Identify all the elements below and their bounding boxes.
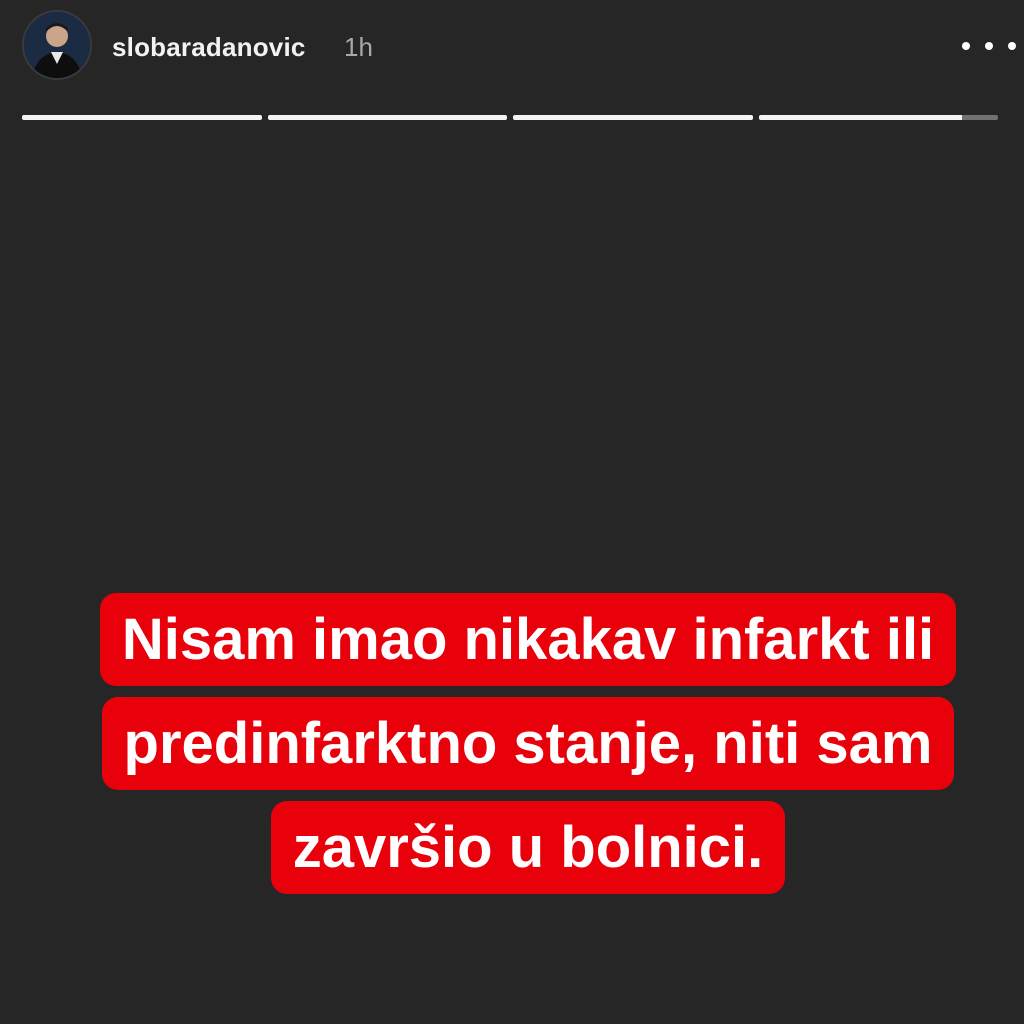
progress-fill bbox=[758, 115, 963, 120]
progress-fill bbox=[22, 115, 262, 120]
story-viewer[interactable]: slobaradanovic 1h Nisam imao nikakav inf… bbox=[0, 0, 1024, 1024]
story-header: slobaradanovic 1h bbox=[0, 0, 1024, 100]
username[interactable]: slobaradanovic bbox=[112, 30, 306, 64]
dot-icon bbox=[1008, 42, 1016, 50]
profile-avatar[interactable] bbox=[22, 10, 92, 80]
progress-segment[interactable] bbox=[267, 115, 507, 120]
progress-segment[interactable] bbox=[758, 115, 998, 120]
progress-fill bbox=[513, 115, 753, 120]
progress-fill bbox=[267, 115, 507, 120]
story-progress-bar bbox=[22, 115, 998, 120]
dot-icon bbox=[985, 42, 993, 50]
caption-text: Nisam imao nikakav infarkt ili predinfar… bbox=[99, 593, 957, 894]
progress-segment[interactable] bbox=[513, 115, 753, 120]
more-options-icon[interactable] bbox=[962, 34, 1016, 58]
post-timestamp: 1h bbox=[344, 32, 373, 62]
story-caption: Nisam imao nikakav infarkt ili predinfar… bbox=[52, 588, 1004, 900]
progress-segment[interactable] bbox=[22, 115, 262, 120]
avatar-icon bbox=[24, 12, 90, 78]
dot-icon bbox=[962, 42, 970, 50]
